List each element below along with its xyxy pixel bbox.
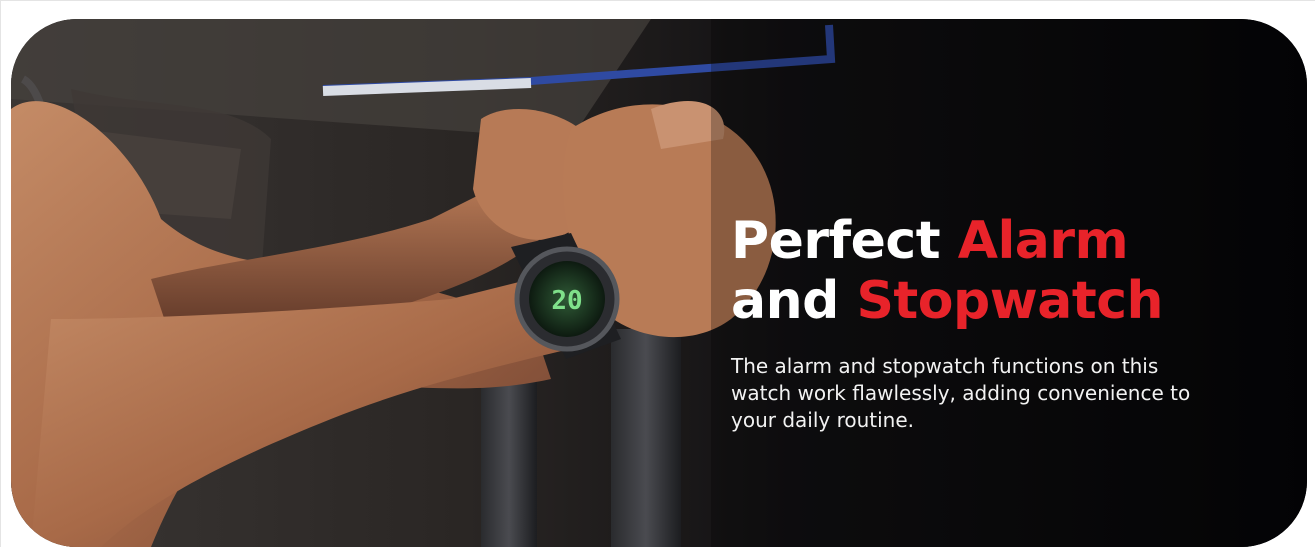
headline-word-alarm: Alarm (957, 211, 1129, 271)
headline-word-stopwatch: Stopwatch (856, 271, 1164, 331)
page: 20 Perfect Alarm and Stopwatch The alarm… (0, 0, 1315, 547)
feature-banner: 20 Perfect Alarm and Stopwatch The alarm… (11, 19, 1307, 547)
headline-word-perfect: Perfect (731, 211, 941, 271)
banner-description: The alarm and stopwatch functions on thi… (731, 354, 1191, 432)
banner-text: Perfect Alarm and Stopwatch The alarm an… (731, 211, 1251, 434)
watch-display-digits: 20 (551, 286, 582, 316)
banner-headline: Perfect Alarm and Stopwatch (731, 211, 1251, 331)
headline-word-and: and (731, 271, 839, 331)
